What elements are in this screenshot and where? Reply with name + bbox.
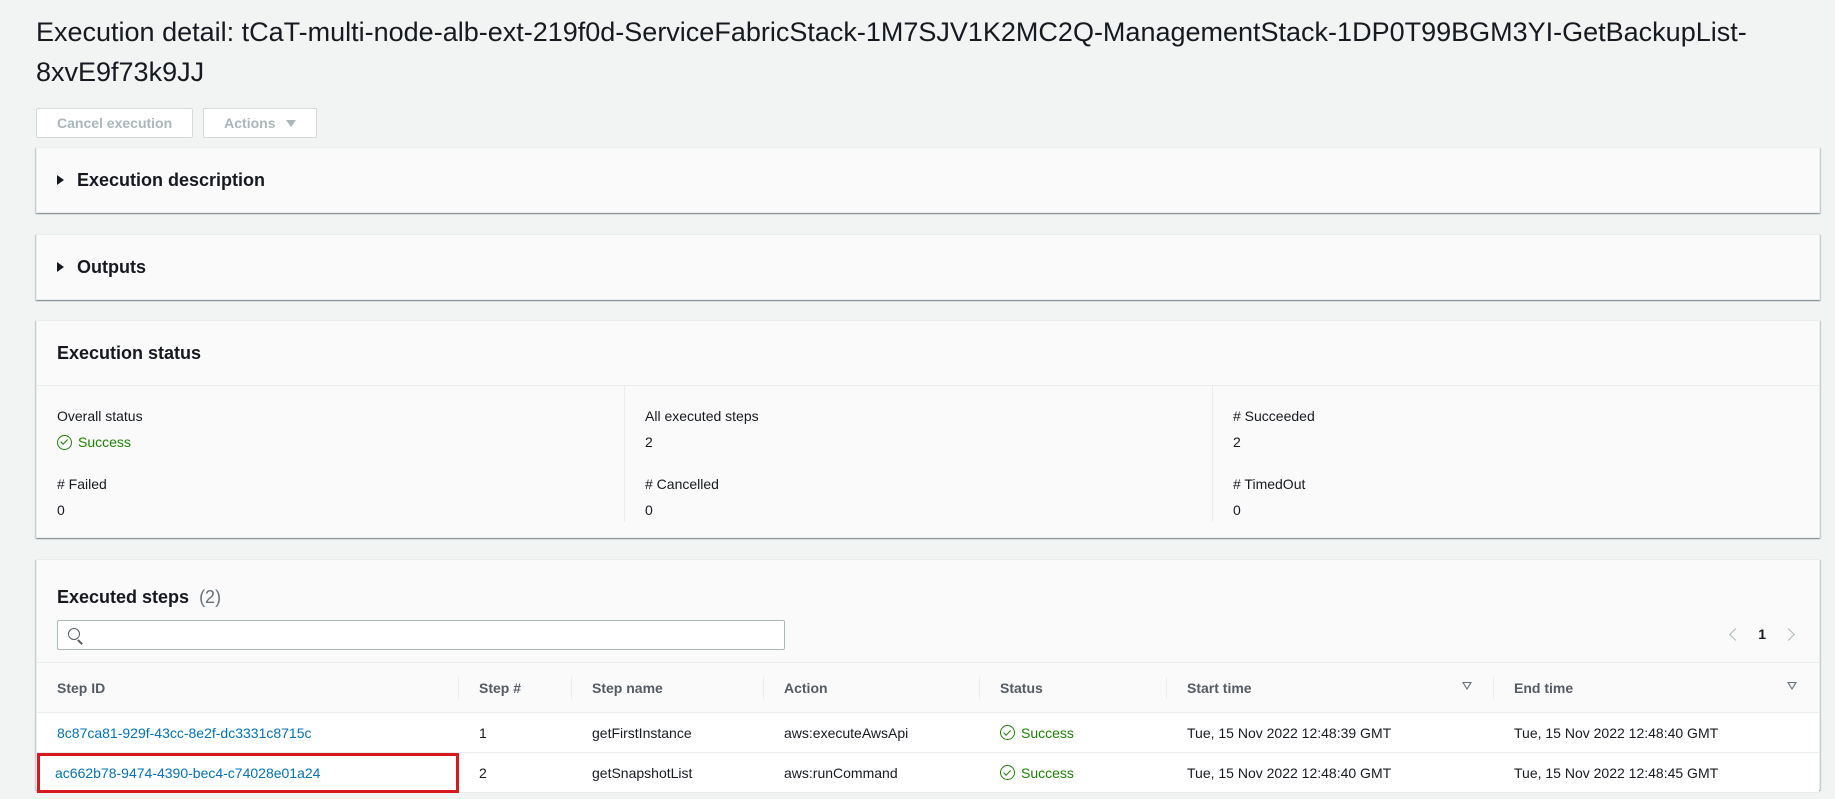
executed-steps-header: Executed steps (2) <box>37 560 1819 614</box>
next-page-icon[interactable] <box>1782 627 1795 641</box>
pagination: 1 <box>1729 626 1795 642</box>
execution-status-panel: Execution status Overall status Success … <box>36 320 1820 538</box>
current-page-number[interactable]: 1 <box>1758 626 1766 642</box>
status-success: Success <box>1000 725 1147 741</box>
steps-toolbar: 1 <box>37 614 1819 662</box>
failed-value: 0 <box>57 502 65 518</box>
success-check-icon <box>57 434 72 450</box>
cancelled-cell: # Cancelled 0 <box>625 454 1213 522</box>
search-icon <box>68 628 80 640</box>
execution-description-label: Execution description <box>77 169 266 190</box>
step-id-link[interactable]: ac662b78-9474-4390-bec4-c74028e01a24 <box>55 765 320 781</box>
column-header-label: Status <box>1000 679 1043 696</box>
overall-status-value: Success <box>57 432 604 452</box>
page-title: Execution detail: tCaT-multi-node-alb-ex… <box>36 17 1747 87</box>
all-executed-steps-cell: All executed steps 2 <box>625 386 1213 454</box>
outputs-panel: Outputs <box>36 234 1820 300</box>
table-row: ac662b78-9474-4390-bec4-c74028e01a24 2 g… <box>37 752 1819 793</box>
status-cell: Success <box>980 752 1167 793</box>
cancel-execution-label: Cancel execution <box>57 115 173 131</box>
all-executed-steps-value: 2 <box>645 434 653 450</box>
execution-description-panel: Execution description <box>36 147 1820 213</box>
column-header-label: End time <box>1514 679 1574 696</box>
cancelled-value: 0 <box>645 502 653 518</box>
step-id-cell-highlighted: ac662b78-9474-4390-bec4-c74028e01a24 <box>37 752 459 793</box>
column-header-step-name[interactable]: Step name <box>572 662 764 713</box>
outputs-toggle[interactable]: Outputs <box>37 235 1819 299</box>
execution-detail-page: Execution detail: tCaT-multi-node-alb-ex… <box>0 0 1835 799</box>
table-header-row: Step ID Step # Step name Action Status S… <box>37 662 1819 713</box>
failed-cell: # Failed 0 <box>37 454 625 522</box>
outputs-label: Outputs <box>77 256 146 277</box>
status-cell: Success <box>980 712 1167 753</box>
success-check-icon <box>1000 725 1015 740</box>
step-number-cell: 2 <box>459 752 572 793</box>
overall-status-cell: Overall status Success <box>37 386 625 454</box>
overall-status-text: Success <box>78 434 131 450</box>
previous-page-icon[interactable] <box>1729 627 1743 641</box>
failed-label: # Failed <box>57 476 107 492</box>
steps-search-box[interactable] <box>57 620 785 650</box>
column-header-label: Step name <box>592 679 663 696</box>
execution-status-grid: Overall status Success All executed step… <box>37 386 1819 522</box>
column-header-start-time[interactable]: Start time <box>1167 662 1494 713</box>
column-header-step-id[interactable]: Step ID <box>37 662 459 713</box>
success-check-icon <box>1000 765 1015 780</box>
action-cell: aws:executeAwsApi <box>764 712 980 753</box>
end-time-cell: Tue, 15 Nov 2022 12:48:40 GMT <box>1494 712 1819 753</box>
executed-steps-title: Executed steps <box>57 586 190 607</box>
status-success: Success <box>1000 765 1147 781</box>
succeeded-label: # Succeeded <box>1233 408 1315 424</box>
all-executed-steps-label: All executed steps <box>645 408 759 424</box>
sort-icon[interactable] <box>1462 682 1472 690</box>
start-time-cell: Tue, 15 Nov 2022 12:48:39 GMT <box>1167 712 1494 753</box>
column-header-label: Start time <box>1187 679 1252 696</box>
overall-status-label: Overall status <box>57 408 143 424</box>
succeeded-value: 2 <box>1233 434 1241 450</box>
executed-steps-panel: Executed steps (2) 1 Step ID Step # Step… <box>36 559 1820 793</box>
cancel-execution-button[interactable]: Cancel execution <box>36 108 194 138</box>
caret-down-icon <box>285 119 296 127</box>
column-header-action[interactable]: Action <box>764 662 980 713</box>
column-header-label: Action <box>784 679 828 696</box>
actions-label: Actions <box>224 115 276 131</box>
executed-steps-count: (2) <box>199 586 222 607</box>
action-cell: aws:runCommand <box>764 752 980 793</box>
executed-steps-table: Step ID Step # Step name Action Status S… <box>37 662 1819 793</box>
sort-icon[interactable] <box>1787 682 1797 690</box>
status-text: Success <box>1021 764 1074 781</box>
table-row: 8c87ca81-929f-43cc-8e2f-dc3331c8715c 1 g… <box>37 712 1819 753</box>
step-name-cell: getFirstInstance <box>572 712 764 753</box>
end-time-cell: Tue, 15 Nov 2022 12:48:45 GMT <box>1494 752 1819 793</box>
column-header-status[interactable]: Status <box>980 662 1167 713</box>
timedout-cell: # TimedOut 0 <box>1213 454 1819 522</box>
steps-search-input[interactable] <box>88 621 778 649</box>
actions-dropdown-button[interactable]: Actions <box>203 108 317 138</box>
column-header-label: Step ID <box>57 679 106 696</box>
step-id-link[interactable]: 8c87ca81-929f-43cc-8e2f-dc3331c8715c <box>57 725 312 741</box>
column-header-end-time[interactable]: End time <box>1494 662 1819 713</box>
step-name-cell: getSnapshotList <box>572 752 764 793</box>
timedout-value: 0 <box>1233 502 1241 518</box>
status-text: Success <box>1021 724 1074 741</box>
execution-description-toggle[interactable]: Execution description <box>37 148 1819 212</box>
column-header-step-number[interactable]: Step # <box>459 662 572 713</box>
step-id-cell: 8c87ca81-929f-43cc-8e2f-dc3331c8715c <box>37 712 459 753</box>
cancelled-label: # Cancelled <box>645 476 719 492</box>
execution-status-title: Execution status <box>37 321 1819 386</box>
succeeded-cell: # Succeeded 2 <box>1213 386 1819 454</box>
caret-right-icon <box>57 175 64 185</box>
column-header-label: Step # <box>479 679 522 696</box>
caret-right-icon <box>57 262 64 272</box>
top-actions: Cancel execution Actions <box>36 108 317 138</box>
start-time-cell: Tue, 15 Nov 2022 12:48:40 GMT <box>1167 752 1494 793</box>
step-number-cell: 1 <box>459 712 572 753</box>
timedout-label: # TimedOut <box>1233 476 1306 492</box>
